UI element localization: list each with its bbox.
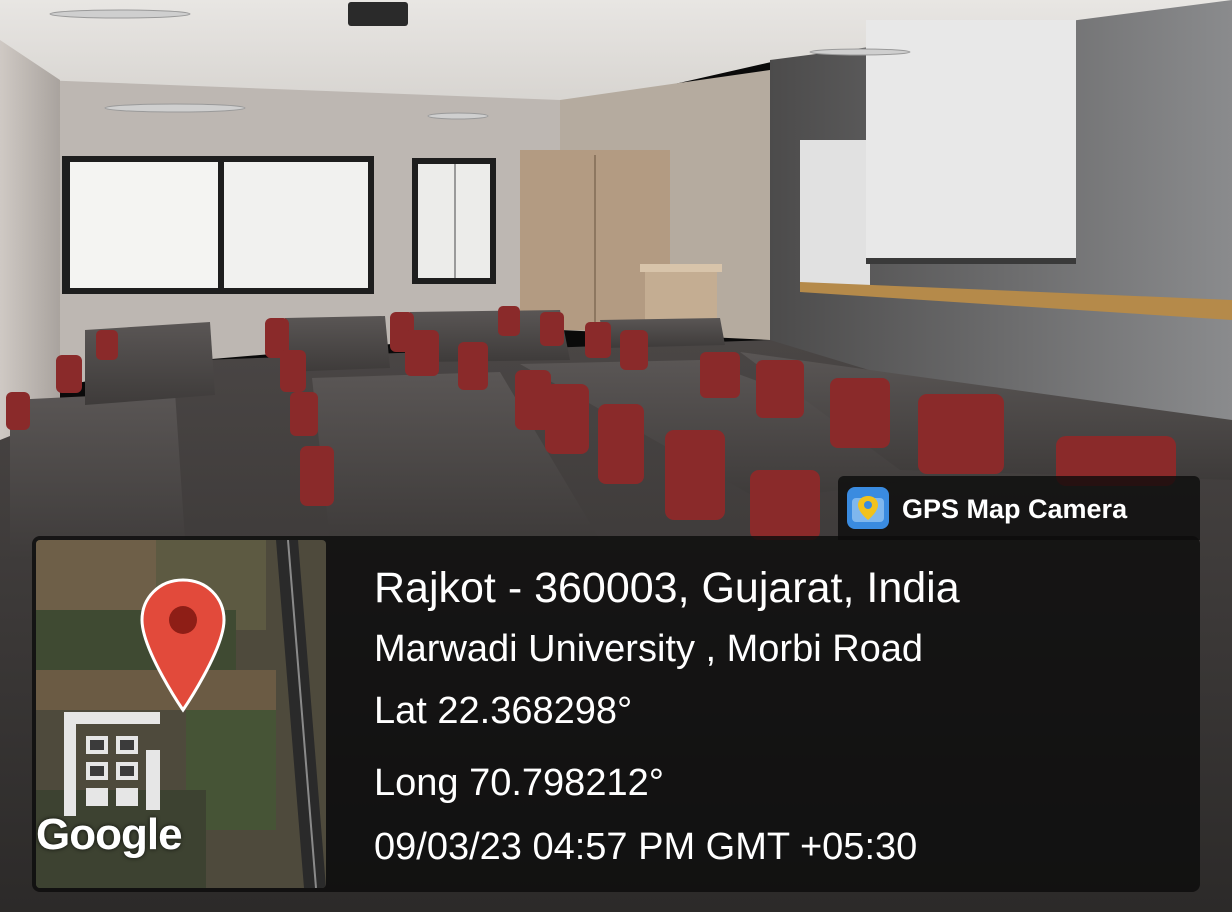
google-logo: Google bbox=[36, 810, 183, 859]
latitude-line: Lat 22.368298° bbox=[374, 690, 633, 732]
longitude-line: Long 70.798212° bbox=[374, 762, 664, 804]
mini-map: Google bbox=[36, 540, 326, 888]
app-name-label: GPS Map Camera bbox=[902, 494, 1128, 524]
street-line: Marwadi University , Morbi Road bbox=[374, 628, 924, 670]
photo-scene: GPS Map Camera Google Rajkot - 360003, G… bbox=[0, 0, 1232, 912]
timestamp-line: 09/03/23 04:57 PM GMT +05:30 bbox=[374, 826, 918, 868]
gps-map-camera-badge: GPS Map Camera bbox=[838, 476, 1200, 540]
gps-camera-icon bbox=[847, 487, 889, 529]
address-line: Rajkot - 360003, Gujarat, India bbox=[374, 564, 960, 612]
map-pin-icon bbox=[140, 578, 226, 713]
location-info-panel: Google Rajkot - 360003, Gujarat, India M… bbox=[32, 536, 1200, 892]
